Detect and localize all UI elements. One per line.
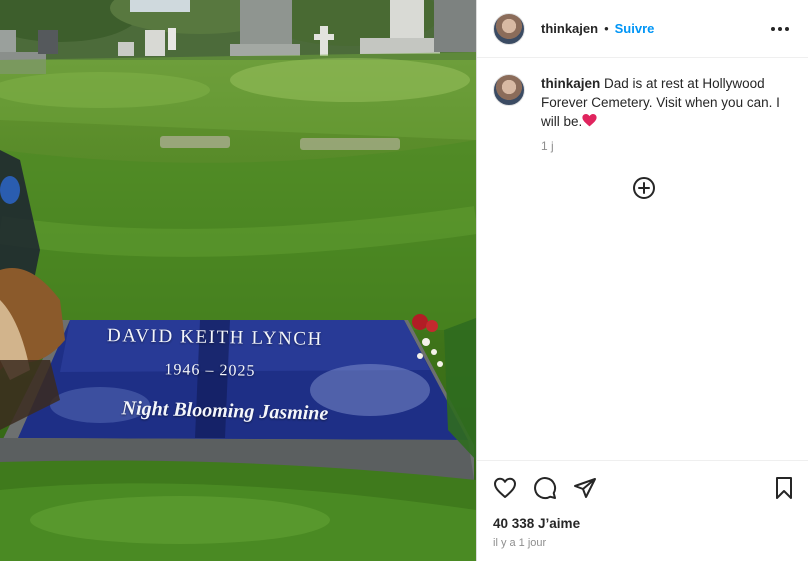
follow-button[interactable]: Suivre — [615, 21, 655, 36]
save-bookmark-icon[interactable] — [772, 476, 796, 500]
more-options-icon[interactable] — [768, 17, 792, 41]
post-date: il y a 1 jour — [493, 537, 547, 549]
avatar[interactable] — [493, 12, 525, 45]
caption-body: thinkajen Dad is at rest at Hollywood Fo… — [541, 74, 781, 156]
post-side-panel: thinkajen • Suivre thinkajen Dad is at r… — [476, 0, 808, 561]
caption-username[interactable]: thinkajen — [541, 76, 600, 91]
caption-avatar[interactable] — [493, 74, 525, 106]
post-photo[interactable]: DAVID KEITH LYNCH 1946 – 2025 Night Bloo… — [0, 0, 476, 561]
likes-count[interactable]: 40 338 J’aime — [493, 516, 580, 531]
share-icon[interactable] — [573, 476, 597, 500]
add-comment-icon[interactable] — [632, 176, 656, 200]
header-separator: • — [604, 21, 609, 36]
header-username[interactable]: thinkajen — [541, 21, 598, 36]
cemetery-scene — [0, 0, 476, 561]
post-header: thinkajen • Suivre — [477, 0, 808, 58]
caption-time[interactable]: 1 j — [541, 137, 781, 156]
caption: thinkajen Dad is at rest at Hollywood Fo… — [477, 58, 808, 156]
action-bar — [477, 460, 808, 514]
red-heart-icon — [582, 113, 597, 127]
comment-icon[interactable] — [533, 476, 557, 500]
like-heart-icon[interactable] — [493, 476, 517, 500]
